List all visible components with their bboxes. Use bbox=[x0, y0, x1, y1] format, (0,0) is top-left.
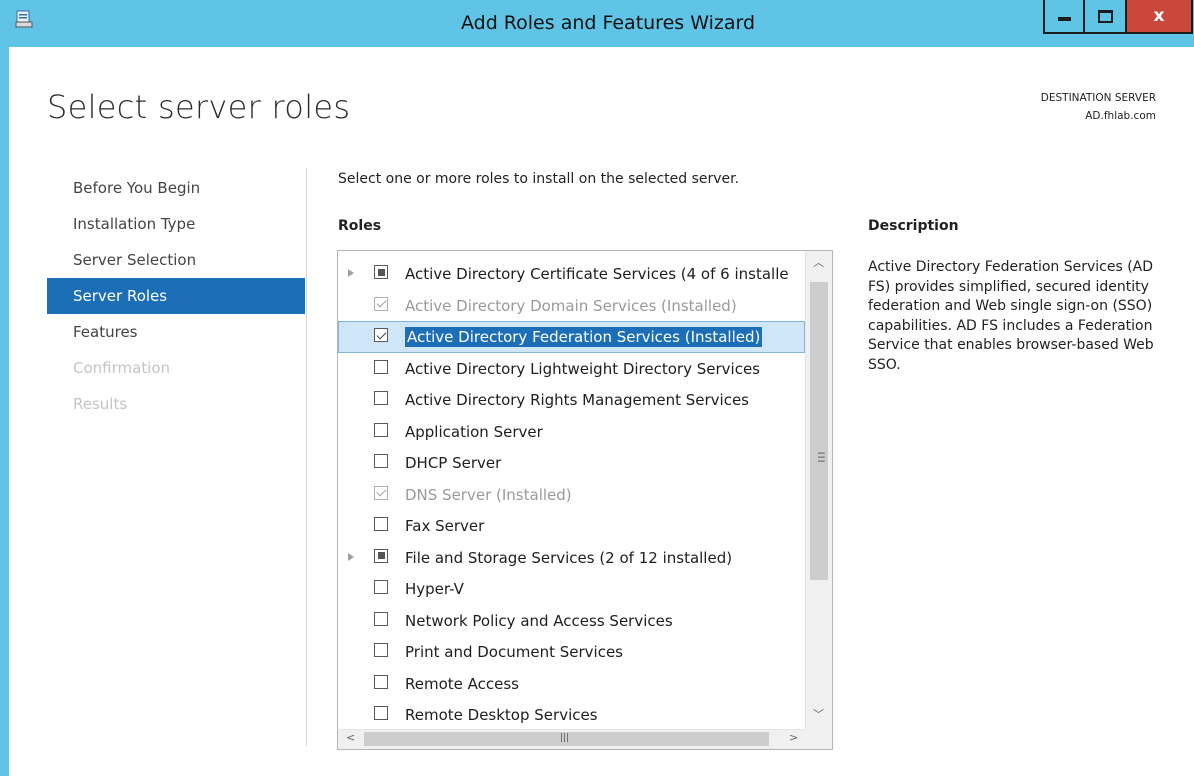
roles-list: Active Directory Certificate Services (4… bbox=[338, 258, 805, 731]
role-item[interactable]: Remote Access bbox=[338, 668, 805, 700]
role-checkbox[interactable] bbox=[374, 391, 388, 405]
destination-label: DESTINATION SERVER bbox=[1040, 92, 1156, 104]
role-label: Remote Desktop Services bbox=[405, 706, 598, 724]
description-text: Active Directory Federation Services (AD… bbox=[868, 259, 1154, 373]
nav-item-features[interactable]: Features bbox=[47, 314, 305, 350]
scroll-down-icon[interactable]: ﹀ bbox=[813, 706, 824, 722]
expand-arrow-icon[interactable] bbox=[348, 552, 354, 561]
role-item[interactable]: Remote Desktop Services bbox=[338, 699, 805, 731]
role-checkbox bbox=[374, 296, 388, 311]
role-checkbox[interactable] bbox=[374, 548, 388, 563]
nav-item-results: Results bbox=[73, 395, 128, 413]
nav-item-confirmation: Confirmation bbox=[73, 359, 171, 377]
window-title: Add Roles and Features Wizard bbox=[460, 12, 756, 34]
role-item[interactable]: Active Directory Domain Services (Instal… bbox=[338, 290, 805, 322]
scroll-left-icon[interactable]: < bbox=[346, 731, 355, 744]
destination-server-info: DESTINATION SERVER AD.fhlab.com bbox=[1041, 89, 1156, 125]
role-checkbox[interactable] bbox=[374, 454, 388, 468]
role-label: Active Directory Rights Management Servi… bbox=[405, 391, 749, 409]
role-checkbox[interactable] bbox=[374, 328, 388, 342]
roles-heading: Roles bbox=[338, 218, 382, 234]
role-label: DHCP Server bbox=[405, 454, 502, 472]
role-label: Active Directory Certificate Services (4… bbox=[405, 265, 789, 283]
role-item[interactable]: Print and Document Services bbox=[338, 636, 805, 668]
page-title: Select server roles bbox=[47, 88, 351, 126]
close-button[interactable]: x bbox=[1127, 0, 1193, 34]
horizontal-scroll-thumb[interactable]: ||| bbox=[364, 732, 769, 746]
role-checkbox bbox=[374, 485, 388, 500]
description-heading: Description bbox=[868, 218, 959, 234]
role-label: Remote Access bbox=[405, 674, 519, 693]
role-checkbox[interactable] bbox=[374, 265, 388, 279]
role-item[interactable]: DHCP Server bbox=[338, 447, 805, 479]
role-item[interactable]: DNS Server (Installed) bbox=[338, 479, 805, 511]
role-label: Active Directory Lightweight Directory S… bbox=[405, 359, 760, 378]
role-checkbox[interactable] bbox=[374, 359, 388, 374]
scroll-right-icon[interactable]: > bbox=[789, 731, 798, 744]
scrollbar-corner bbox=[805, 729, 832, 749]
role-label: Hyper-V bbox=[405, 580, 464, 598]
role-checkbox[interactable] bbox=[374, 580, 388, 594]
role-checkbox[interactable] bbox=[374, 643, 388, 657]
roles-list-box[interactable]: Active Directory Certificate Services (4… bbox=[337, 250, 833, 750]
grip-icon: ||| bbox=[560, 733, 570, 743]
role-checkbox[interactable] bbox=[374, 674, 388, 689]
role-label: Network Policy and Access Services bbox=[405, 611, 673, 630]
nav-item-server-selection[interactable]: Server Selection bbox=[47, 242, 305, 278]
role-item[interactable]: Application Server bbox=[338, 416, 805, 448]
role-checkbox[interactable] bbox=[374, 517, 388, 531]
grip-icon: ─ ─ ─ bbox=[818, 447, 825, 468]
role-item[interactable]: Active Directory Federation Services (In… bbox=[338, 321, 805, 353]
role-item[interactable]: File and Storage Services (2 of 12 insta… bbox=[338, 542, 805, 574]
window-left-border bbox=[0, 0, 9, 776]
role-label: File and Storage Services (2 of 12 insta… bbox=[405, 548, 733, 567]
horizontal-scrollbar[interactable]: < ||| > bbox=[338, 729, 832, 749]
role-checkbox[interactable] bbox=[374, 422, 388, 437]
role-checkbox[interactable] bbox=[374, 706, 388, 720]
vertical-scroll-thumb[interactable]: ─ ─ ─ bbox=[810, 282, 828, 580]
role-item[interactable]: Fax Server bbox=[338, 510, 805, 542]
nav-divider bbox=[306, 168, 307, 746]
instructions-text: Select one or more roles to install on t… bbox=[338, 171, 740, 187]
maximize-button[interactable] bbox=[1085, 0, 1127, 34]
wizard-nav: Before You Begin Installation Type Serve… bbox=[47, 170, 305, 422]
maximize-icon bbox=[1097, 9, 1113, 23]
destination-server-name: AD.fhlab.com bbox=[1085, 110, 1156, 122]
scroll-up-icon[interactable]: ︿ bbox=[813, 254, 824, 270]
vertical-scrollbar[interactable]: ︿ ─ ─ ─ ﹀ bbox=[805, 251, 832, 731]
role-checkbox[interactable] bbox=[374, 611, 388, 626]
role-item[interactable]: Network Policy and Access Services bbox=[338, 605, 805, 637]
title-bar[interactable]: Add Roles and Features Wizard x bbox=[0, 0, 1194, 47]
minimize-button[interactable] bbox=[1043, 0, 1085, 34]
close-icon: x bbox=[1153, 6, 1165, 26]
minimize-icon bbox=[1057, 17, 1071, 21]
nav-item-server-roles[interactable]: Server Roles bbox=[47, 278, 305, 314]
role-label: Active Directory Domain Services (Instal… bbox=[405, 296, 737, 315]
role-item[interactable]: Active Directory Certificate Services (4… bbox=[338, 258, 805, 290]
role-item[interactable]: Active Directory Rights Management Servi… bbox=[338, 384, 805, 416]
role-label: Fax Server bbox=[405, 517, 485, 535]
role-label: Active Directory Federation Services (In… bbox=[405, 327, 763, 347]
nav-item-before-you-begin[interactable]: Before You Begin bbox=[47, 170, 305, 206]
expand-arrow-icon[interactable] bbox=[348, 269, 354, 277]
role-label: Application Server bbox=[405, 422, 543, 441]
role-item[interactable]: Hyper-V bbox=[338, 573, 805, 605]
nav-item-installation-type[interactable]: Installation Type bbox=[47, 206, 305, 242]
role-item[interactable]: Active Directory Lightweight Directory S… bbox=[338, 353, 805, 385]
role-label: Print and Document Services bbox=[405, 643, 623, 661]
role-label: DNS Server (Installed) bbox=[405, 485, 572, 504]
window-controls: x bbox=[1043, 0, 1193, 34]
